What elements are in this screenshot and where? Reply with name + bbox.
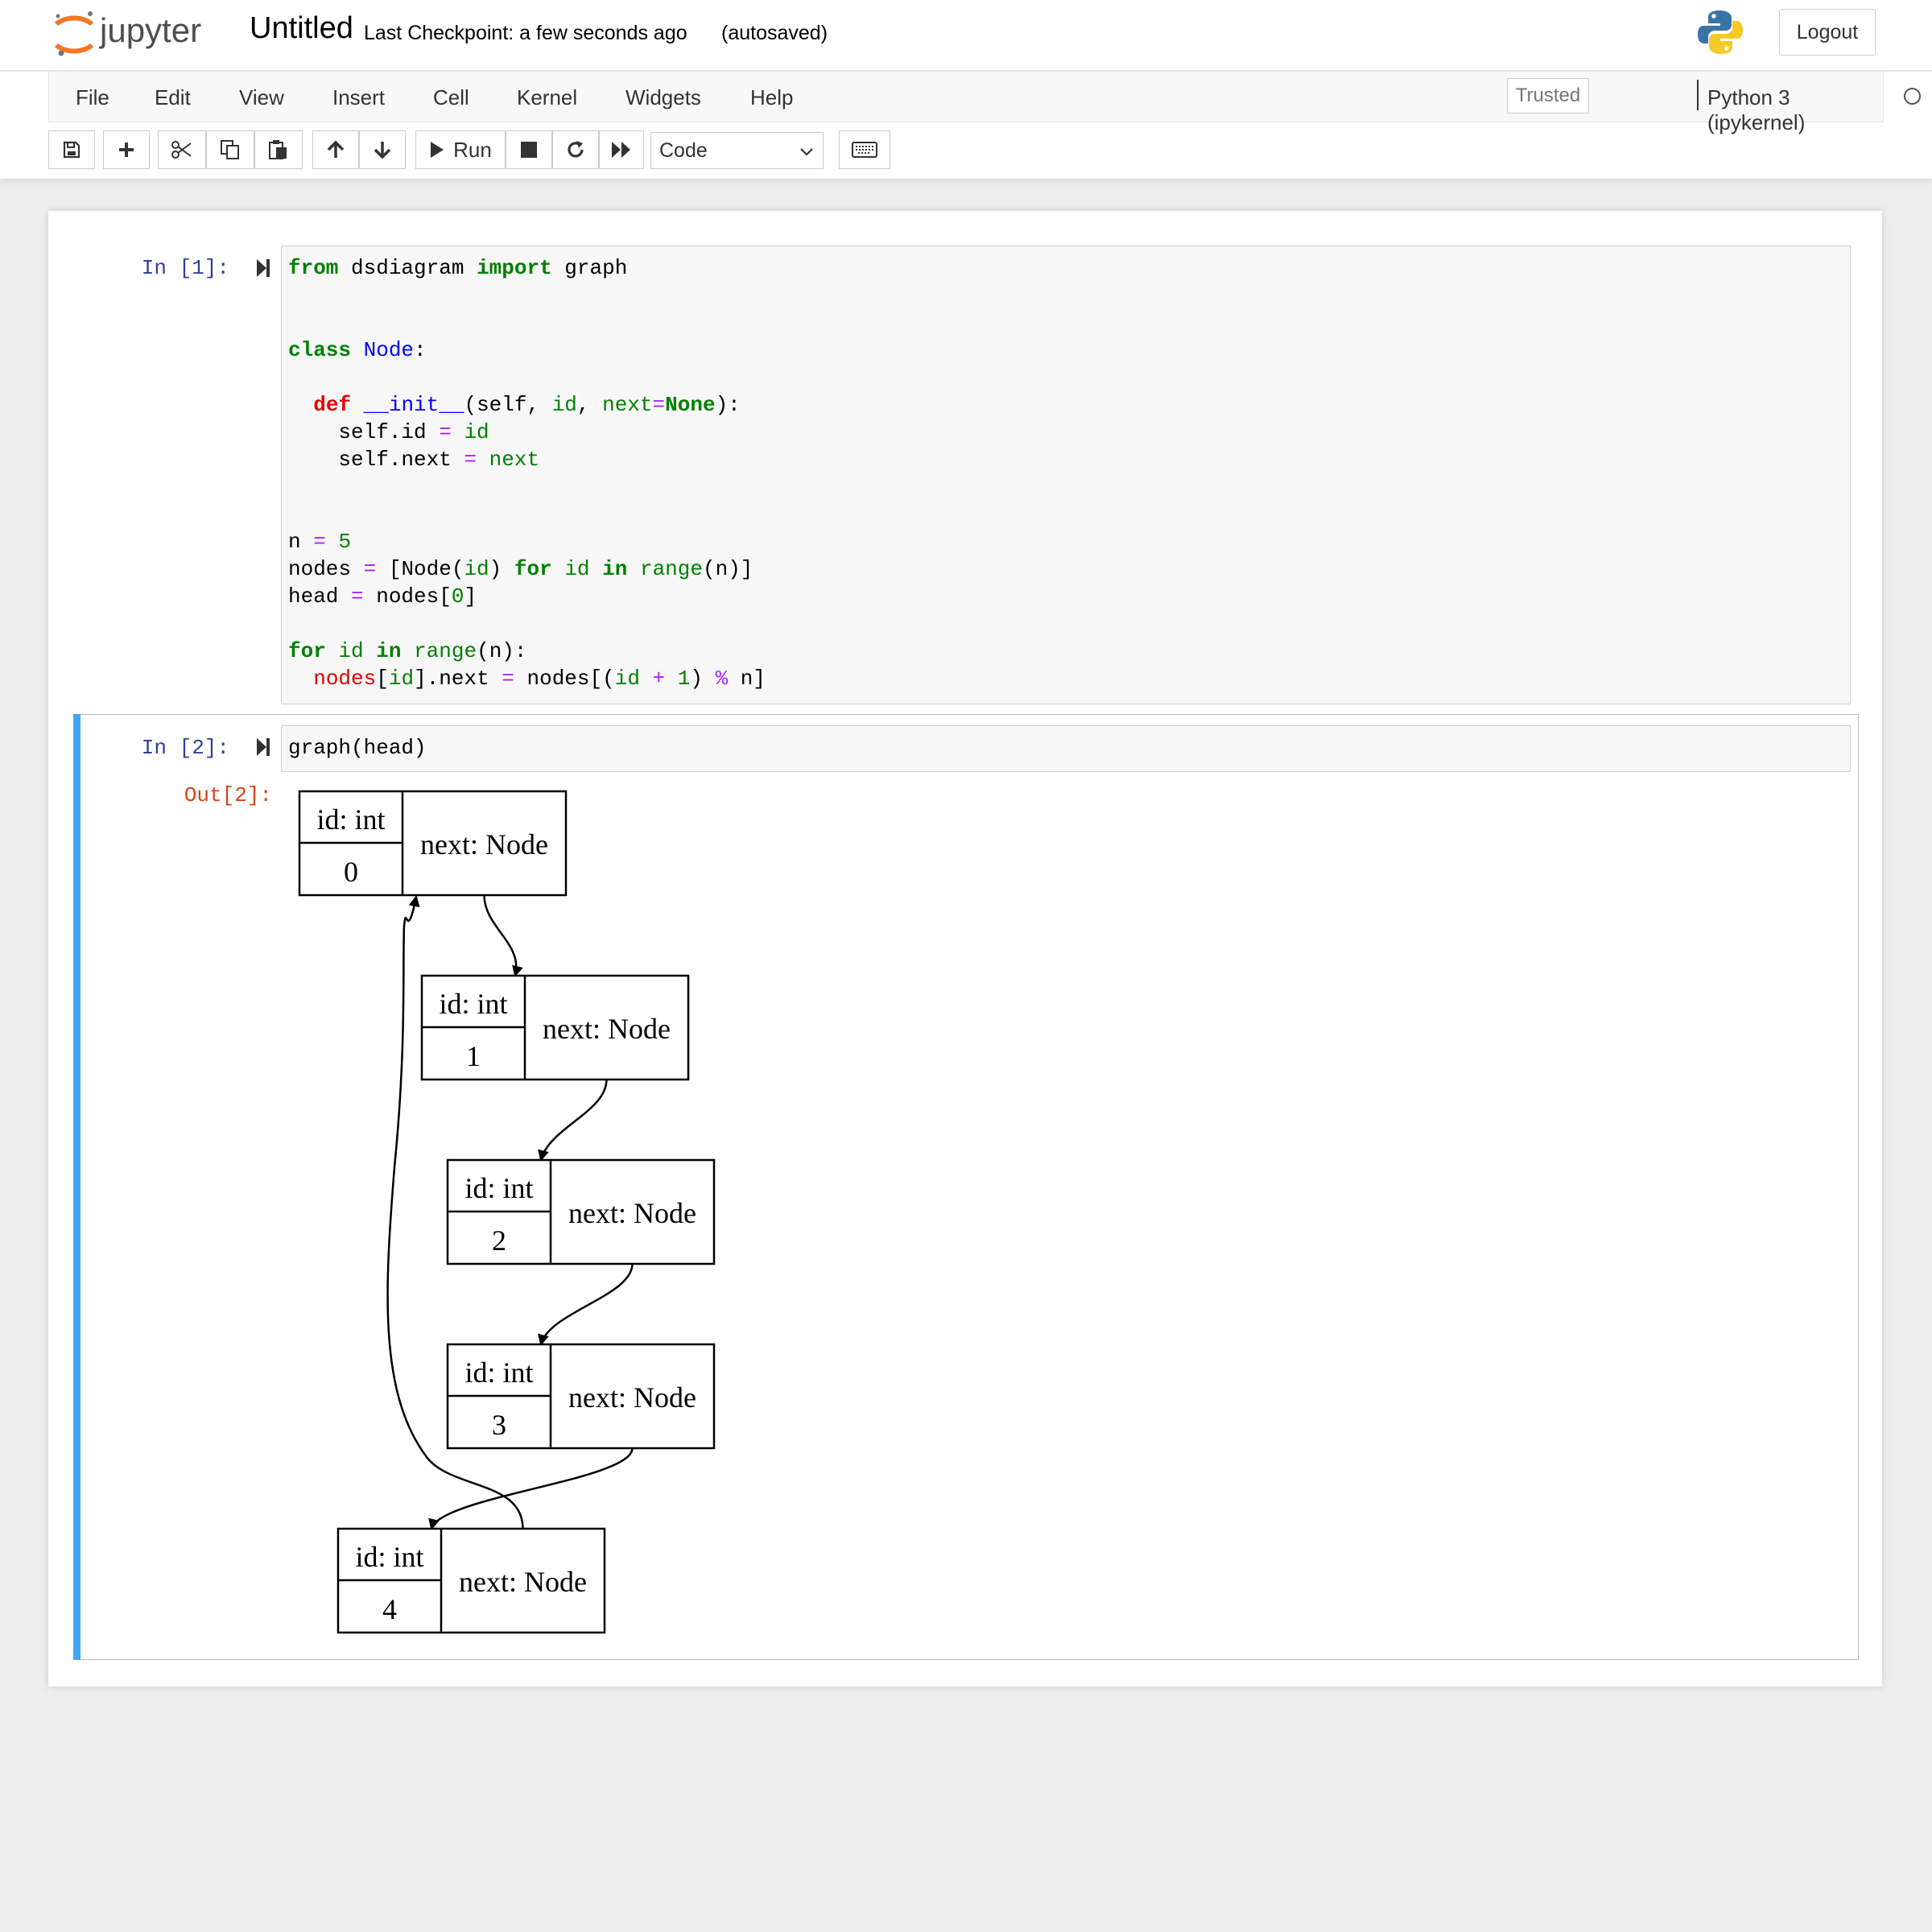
node-id-value: 1 xyxy=(466,1040,481,1072)
node-id-label: id: int xyxy=(355,1541,423,1573)
list-node-3: id: int 3 next: Node xyxy=(446,1343,716,1450)
node-id-value: 2 xyxy=(492,1224,506,1257)
list-node-4: id: int 4 next: Node xyxy=(336,1527,606,1634)
list-node-1: id: int 1 next: Node xyxy=(420,974,690,1081)
list-node-2: id: int 2 next: Node xyxy=(446,1158,716,1265)
edge-2-3 xyxy=(538,1263,634,1346)
node-next-label: next: Node xyxy=(568,1197,696,1229)
edge-0-1 xyxy=(483,894,523,977)
node-next-label: next: Node xyxy=(459,1566,587,1598)
node-id-value: 4 xyxy=(382,1593,397,1625)
linked-list-diagram: id: int0next: Nodeid: int1next: Nodeid: … xyxy=(298,790,716,1634)
node-id-value: 3 xyxy=(492,1409,506,1441)
edge-1-2 xyxy=(538,1079,608,1162)
node-id-label: id: int xyxy=(464,1172,533,1204)
list-node-0: id: int 0 next: Node xyxy=(298,790,568,897)
node-id-value: 0 xyxy=(344,856,358,888)
node-id-label: id: int xyxy=(316,803,385,836)
edge-3-4 xyxy=(428,1447,634,1530)
node-next-label: next: Node xyxy=(543,1013,671,1045)
node-next-label: next: Node xyxy=(568,1381,696,1414)
node-id-label: id: int xyxy=(464,1356,533,1389)
node-next-label: next: Node xyxy=(420,828,548,861)
node-id-label: id: int xyxy=(439,988,507,1020)
